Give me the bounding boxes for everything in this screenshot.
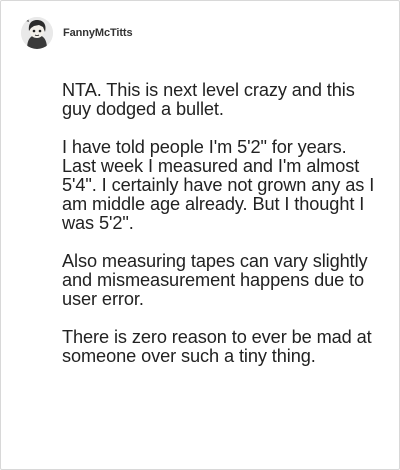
comment-header: FannyMcTitts <box>21 16 133 50</box>
comment-paragraph: There is zero reason to ever be mad at s… <box>62 327 372 366</box>
comment-body: NTA. This is next level crazy and this g… <box>62 81 382 385</box>
comment-paragraph: Also measuring tapes can vary slightly a… <box>62 251 368 309</box>
comment-paragraph: I have told people I'm 5'2" for years. L… <box>62 137 375 233</box>
comment-paragraph: NTA. This is next level crazy and this g… <box>62 80 355 119</box>
username[interactable]: FannyMcTitts <box>63 27 133 39</box>
cartoon-avatar-icon <box>21 17 53 49</box>
user-avatar[interactable] <box>21 17 53 49</box>
comment-card: FannyMcTitts NTA. This is next level cra… <box>0 0 400 470</box>
